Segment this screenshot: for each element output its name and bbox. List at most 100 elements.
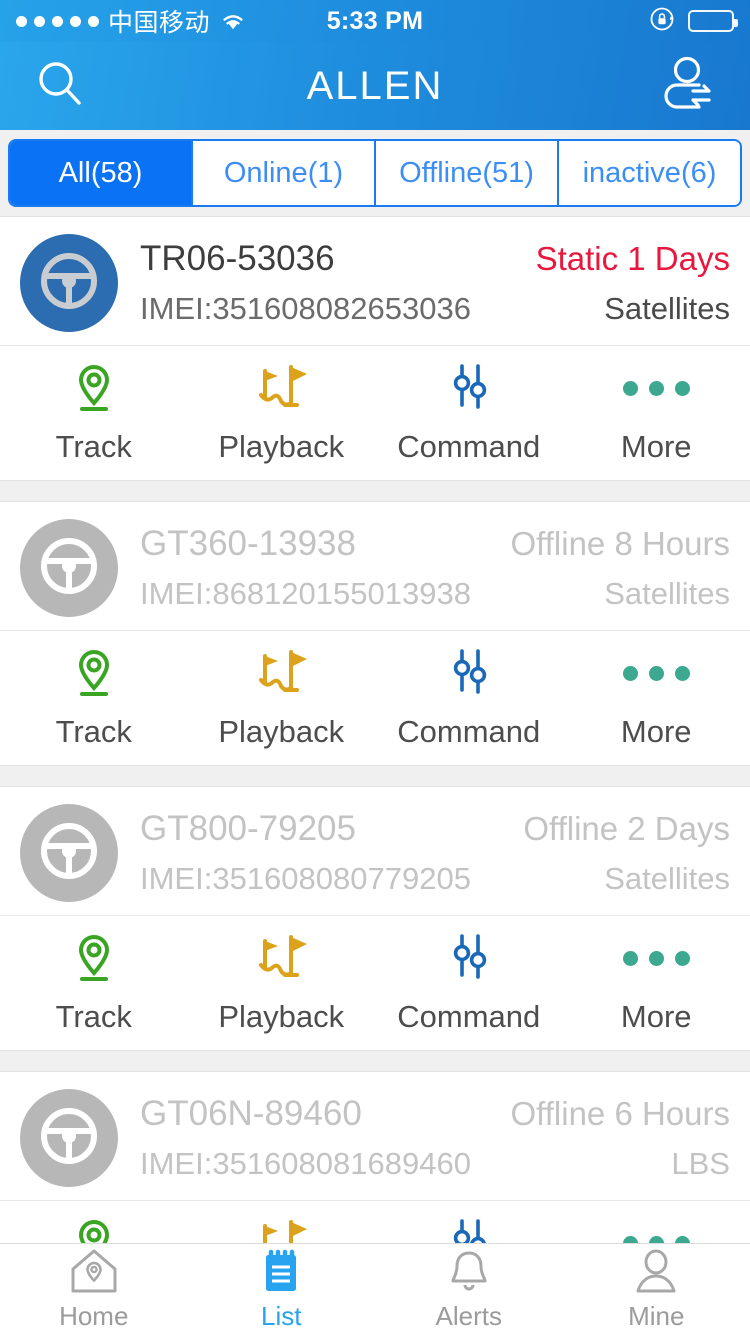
track-button[interactable]: Track (0, 916, 188, 1050)
device-summary[interactable]: GT06N-89460 Offline 6 Hours IMEI:3516080… (0, 1072, 750, 1200)
track-button[interactable]: Track (0, 1201, 188, 1243)
device-location-type: Satellites (604, 291, 730, 326)
nav-item-home[interactable]: Home (0, 1247, 188, 1332)
nav-label-mine: Mine (628, 1300, 685, 1331)
playback-label: Playback (218, 999, 345, 1034)
device-info: TR06-53036 Static 1 Days IMEI:3516080826… (140, 231, 730, 335)
battery-icon (688, 10, 738, 32)
device-status: Offline 6 Hours (510, 1095, 731, 1132)
device-name: GT360-13938 (140, 524, 356, 563)
home-pin-icon (68, 1247, 120, 1295)
nav-label-alerts: Alerts (435, 1300, 502, 1331)
device-location-type: Satellites (604, 576, 730, 611)
switch-account-button[interactable] (658, 54, 722, 118)
track-button[interactable]: Track (0, 346, 188, 480)
track-label: Track (55, 429, 132, 464)
command-label: Command (397, 429, 541, 464)
command-button[interactable]: Command (375, 346, 563, 480)
tab-online[interactable]: Online(1) (193, 141, 376, 205)
avatar (20, 234, 118, 332)
steering-wheel-icon (36, 1103, 102, 1174)
avatar (20, 1089, 118, 1187)
search-button[interactable] (28, 54, 92, 118)
tab-all[interactable]: All(58) (10, 141, 193, 205)
track-button[interactable]: Track (0, 631, 188, 765)
nav-item-mine[interactable]: Mine (563, 1247, 750, 1332)
more-button[interactable]: More (563, 346, 750, 480)
more-dots-icon (622, 646, 690, 700)
status-bar-right (649, 6, 738, 37)
device-summary[interactable]: GT800-79205 Offline 2 Days IMEI:35160808… (0, 787, 750, 915)
playback-button[interactable]: Playback (188, 916, 376, 1050)
device-status: Offline 2 Days (523, 810, 730, 847)
nav-item-list[interactable]: List (188, 1247, 376, 1332)
steering-wheel-icon (36, 248, 102, 319)
steering-wheel-icon (36, 533, 102, 604)
command-button[interactable]: Command (375, 631, 563, 765)
playback-label: Playback (218, 429, 345, 464)
tab-offline[interactable]: Offline(51) (376, 141, 559, 205)
notepad-icon (257, 1247, 305, 1295)
map-pin-icon (71, 646, 117, 700)
device-summary[interactable]: GT360-13938 Offline 8 Hours IMEI:8681201… (0, 502, 750, 630)
command-label: Command (397, 999, 541, 1034)
map-pin-icon (71, 361, 117, 415)
playback-label: Playback (218, 714, 345, 749)
device-card[interactable]: TR06-53036 Static 1 Days IMEI:3516080826… (0, 216, 750, 481)
filter-tabs-bar: All(58) Online(1) Offline(51) inactive(6… (0, 130, 750, 216)
device-name: GT800-79205 (140, 809, 356, 848)
device-imei: IMEI:351608081689460 (140, 1146, 471, 1181)
rotation-lock-icon (649, 6, 675, 37)
device-actions: Track Playback (0, 630, 750, 765)
device-summary[interactable]: TR06-53036 Static 1 Days IMEI:3516080826… (0, 217, 750, 345)
device-info: GT360-13938 Offline 8 Hours IMEI:8681201… (140, 516, 730, 620)
more-dots-icon (622, 1216, 690, 1243)
more-dots-icon (622, 361, 690, 415)
person-icon (633, 1247, 679, 1295)
more-button[interactable]: More (563, 1201, 750, 1243)
more-label: More (620, 714, 692, 749)
playback-button[interactable]: Playback (188, 346, 376, 480)
bell-icon (446, 1247, 492, 1295)
command-label: Command (397, 714, 541, 749)
device-actions: Track Playback (0, 345, 750, 480)
flags-route-icon (249, 361, 313, 415)
device-card[interactable]: GT06N-89460 Offline 6 Hours IMEI:3516080… (0, 1071, 750, 1243)
wifi-icon (219, 11, 247, 31)
device-location-type: Satellites (604, 861, 730, 896)
playback-button[interactable]: Playback (188, 631, 376, 765)
sliders-icon (445, 1216, 493, 1243)
command-button[interactable]: Command (375, 1201, 563, 1243)
more-button[interactable]: More (563, 916, 750, 1050)
avatar (20, 519, 118, 617)
device-imei: IMEI:868120155013938 (140, 576, 471, 611)
flags-route-icon (249, 931, 313, 985)
sliders-icon (445, 361, 493, 415)
device-status: Static 1 Days (535, 240, 730, 277)
nav-label-list: List (261, 1300, 302, 1331)
command-button[interactable]: Command (375, 916, 563, 1050)
device-actions: Track Playback (0, 1200, 750, 1243)
device-name: GT06N-89460 (140, 1094, 362, 1133)
playback-button[interactable]: Playback (188, 1201, 376, 1243)
device-info: GT800-79205 Offline 2 Days IMEI:35160808… (140, 801, 730, 905)
flags-route-icon (249, 646, 313, 700)
nav-item-alerts[interactable]: Alerts (375, 1247, 563, 1332)
sliders-icon (445, 646, 493, 700)
device-card[interactable]: GT800-79205 Offline 2 Days IMEI:35160808… (0, 786, 750, 1051)
device-list[interactable]: TR06-53036 Static 1 Days IMEI:3516080826… (0, 216, 750, 1243)
app-header: ALLEN (0, 42, 750, 130)
device-card[interactable]: GT360-13938 Offline 8 Hours IMEI:8681201… (0, 501, 750, 766)
filter-tabs: All(58) Online(1) Offline(51) inactive(6… (8, 139, 742, 207)
device-info: GT06N-89460 Offline 6 Hours IMEI:3516080… (140, 1086, 730, 1190)
more-dots-icon (622, 931, 690, 985)
tab-inactive[interactable]: inactive(6) (559, 141, 740, 205)
device-actions: Track Playback (0, 915, 750, 1050)
track-label: Track (55, 999, 132, 1034)
device-imei: IMEI:351608080779205 (140, 861, 471, 896)
switch-account-icon (659, 55, 721, 118)
signal-strength-icon (16, 15, 99, 27)
more-button[interactable]: More (563, 631, 750, 765)
bottom-nav: Home List Alerts Mine (0, 1243, 750, 1334)
more-label: More (620, 429, 692, 464)
